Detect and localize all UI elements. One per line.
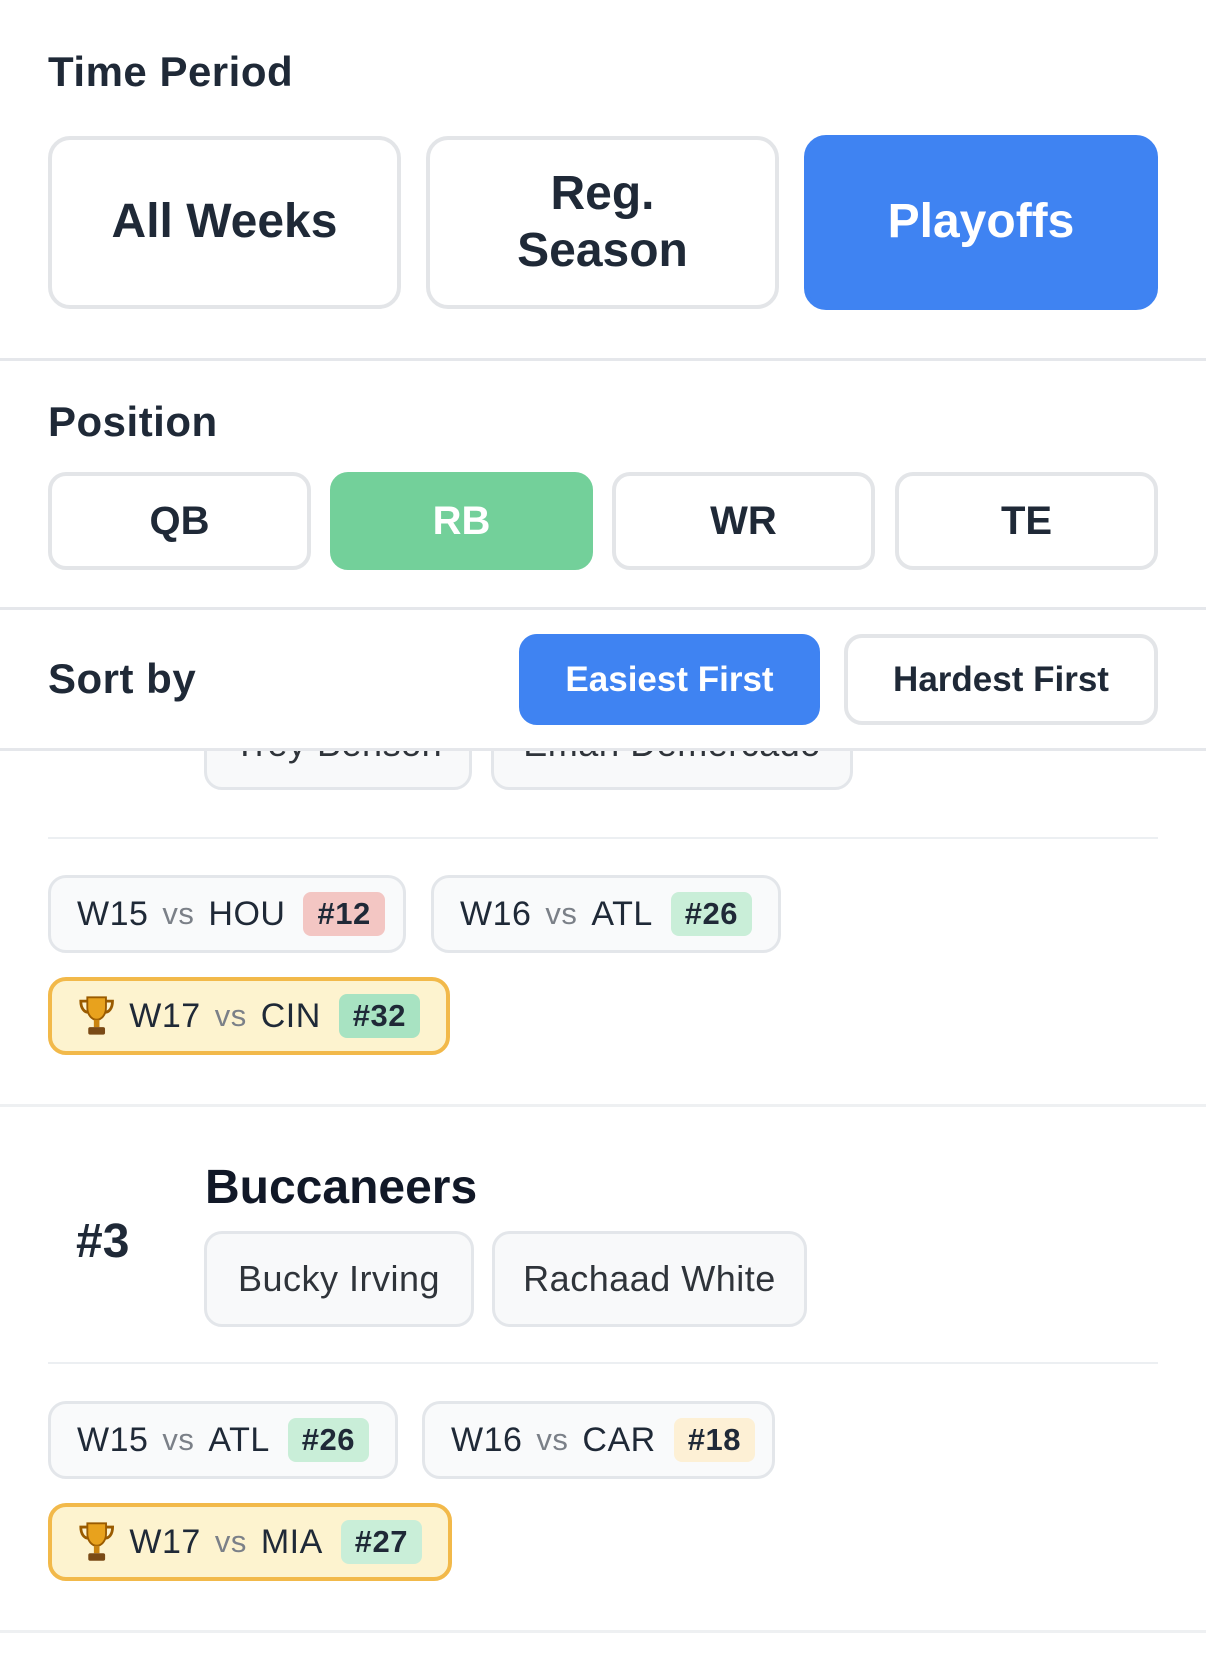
trophy-icon (79, 1522, 114, 1561)
matchup-chip[interactable]: W16 vs CAR #18 (422, 1401, 775, 1479)
defense-rank-badge: #27 (340, 1520, 422, 1564)
matchup-chip[interactable]: W16 vs ATL #26 (431, 875, 781, 953)
matchup-opponent: CIN (260, 996, 321, 1035)
time-period-reg-label-line1: Reg. (550, 166, 655, 220)
row-divider (48, 1362, 1158, 1364)
time-period-all-weeks-label: All Weeks (111, 195, 338, 249)
matchup-opponent: HOU (208, 894, 286, 933)
time-period-regular-season-button[interactable]: Reg. Season (426, 136, 779, 309)
playoff-matchup-chip[interactable]: W17 vs CIN #32 (48, 977, 450, 1055)
sort-easiest-first-label: Easiest First (565, 659, 774, 699)
matchup-vs: vs (214, 998, 247, 1033)
player-name: Bucky Irving (237, 1258, 441, 1299)
team-rank: #3 (76, 1215, 130, 1268)
matchup-chip[interactable]: W15 vs ATL #26 (48, 1401, 398, 1479)
matchup-opponent: ATL (208, 1420, 270, 1459)
player-name: Emari Demercado (523, 750, 821, 765)
defense-rank-badge: #18 (673, 1418, 755, 1462)
playoff-matchup-chip[interactable]: W17 vs MIA #27 (48, 1503, 452, 1581)
position-rb-label: RB (432, 498, 491, 543)
matchup-week: W16 (460, 894, 532, 933)
header-divider (0, 748, 1206, 751)
time-period-all-weeks-button[interactable]: All Weeks (48, 136, 401, 309)
sort-easiest-first-button[interactable]: Easiest First (519, 634, 820, 725)
time-period-playoffs-label: Playoffs (887, 195, 1075, 249)
matchup-vs: vs (162, 1422, 195, 1457)
matchup-vs: vs (214, 1524, 247, 1559)
sort-hardest-first-label: Hardest First (893, 659, 1109, 699)
position-wr-label: WR (710, 498, 777, 543)
position-te-button[interactable]: TE (895, 472, 1158, 570)
player-chip[interactable]: Trey Benson (204, 750, 472, 790)
matchup-vs: vs (536, 1422, 569, 1457)
player-chip[interactable]: Rachaad White (492, 1231, 807, 1327)
matchup-vs: vs (162, 896, 195, 931)
defense-rank-badge: #26 (670, 892, 752, 936)
time-period-playoffs-button[interactable]: Playoffs (804, 135, 1158, 310)
matchup-week: W17 (129, 1522, 201, 1561)
player-chip[interactable]: Bucky Irving (204, 1231, 474, 1327)
player-name: Trey Benson (234, 750, 442, 765)
team-divider (0, 1104, 1206, 1107)
position-qb-button[interactable]: QB (48, 472, 311, 570)
defense-rank-badge: #26 (287, 1418, 369, 1462)
position-qb-label: QB (149, 498, 210, 543)
matchup-week: W16 (451, 1420, 523, 1459)
time-period-title: Time Period (48, 48, 294, 95)
player-name: Rachaad White (523, 1258, 776, 1299)
defense-rank-badge: #12 (303, 892, 385, 936)
row-divider (48, 837, 1158, 839)
section-divider (0, 358, 1206, 361)
defense-rank-badge: #32 (338, 994, 420, 1038)
trophy-icon (79, 996, 114, 1035)
sort-hardest-first-button[interactable]: Hardest First (844, 634, 1158, 725)
sort-by-title: Sort by (48, 655, 197, 702)
matchup-vs: vs (545, 896, 578, 931)
position-title: Position (48, 398, 218, 445)
matchup-week: W17 (129, 996, 201, 1035)
matchup-opponent: CAR (582, 1420, 656, 1459)
position-wr-button[interactable]: WR (612, 472, 875, 570)
section-divider (0, 607, 1206, 610)
matchup-chip[interactable]: W15 vs HOU #12 (48, 875, 406, 953)
player-chip[interactable]: Emari Demercado (491, 750, 853, 790)
matchup-opponent: MIA (260, 1522, 323, 1561)
position-te-label: TE (1000, 498, 1053, 543)
team-name: Buccaneers (205, 1161, 478, 1214)
matchup-week: W15 (77, 1420, 149, 1459)
position-rb-button[interactable]: RB (330, 472, 593, 570)
matchup-week: W15 (77, 894, 149, 933)
rankings-list[interactable]: Trey Benson Emari Demercado W15 vs HOU #… (0, 750, 1206, 1669)
matchup-opponent: ATL (591, 894, 653, 933)
team-divider (0, 1630, 1206, 1633)
time-period-reg-label-line2: Season (517, 223, 688, 277)
